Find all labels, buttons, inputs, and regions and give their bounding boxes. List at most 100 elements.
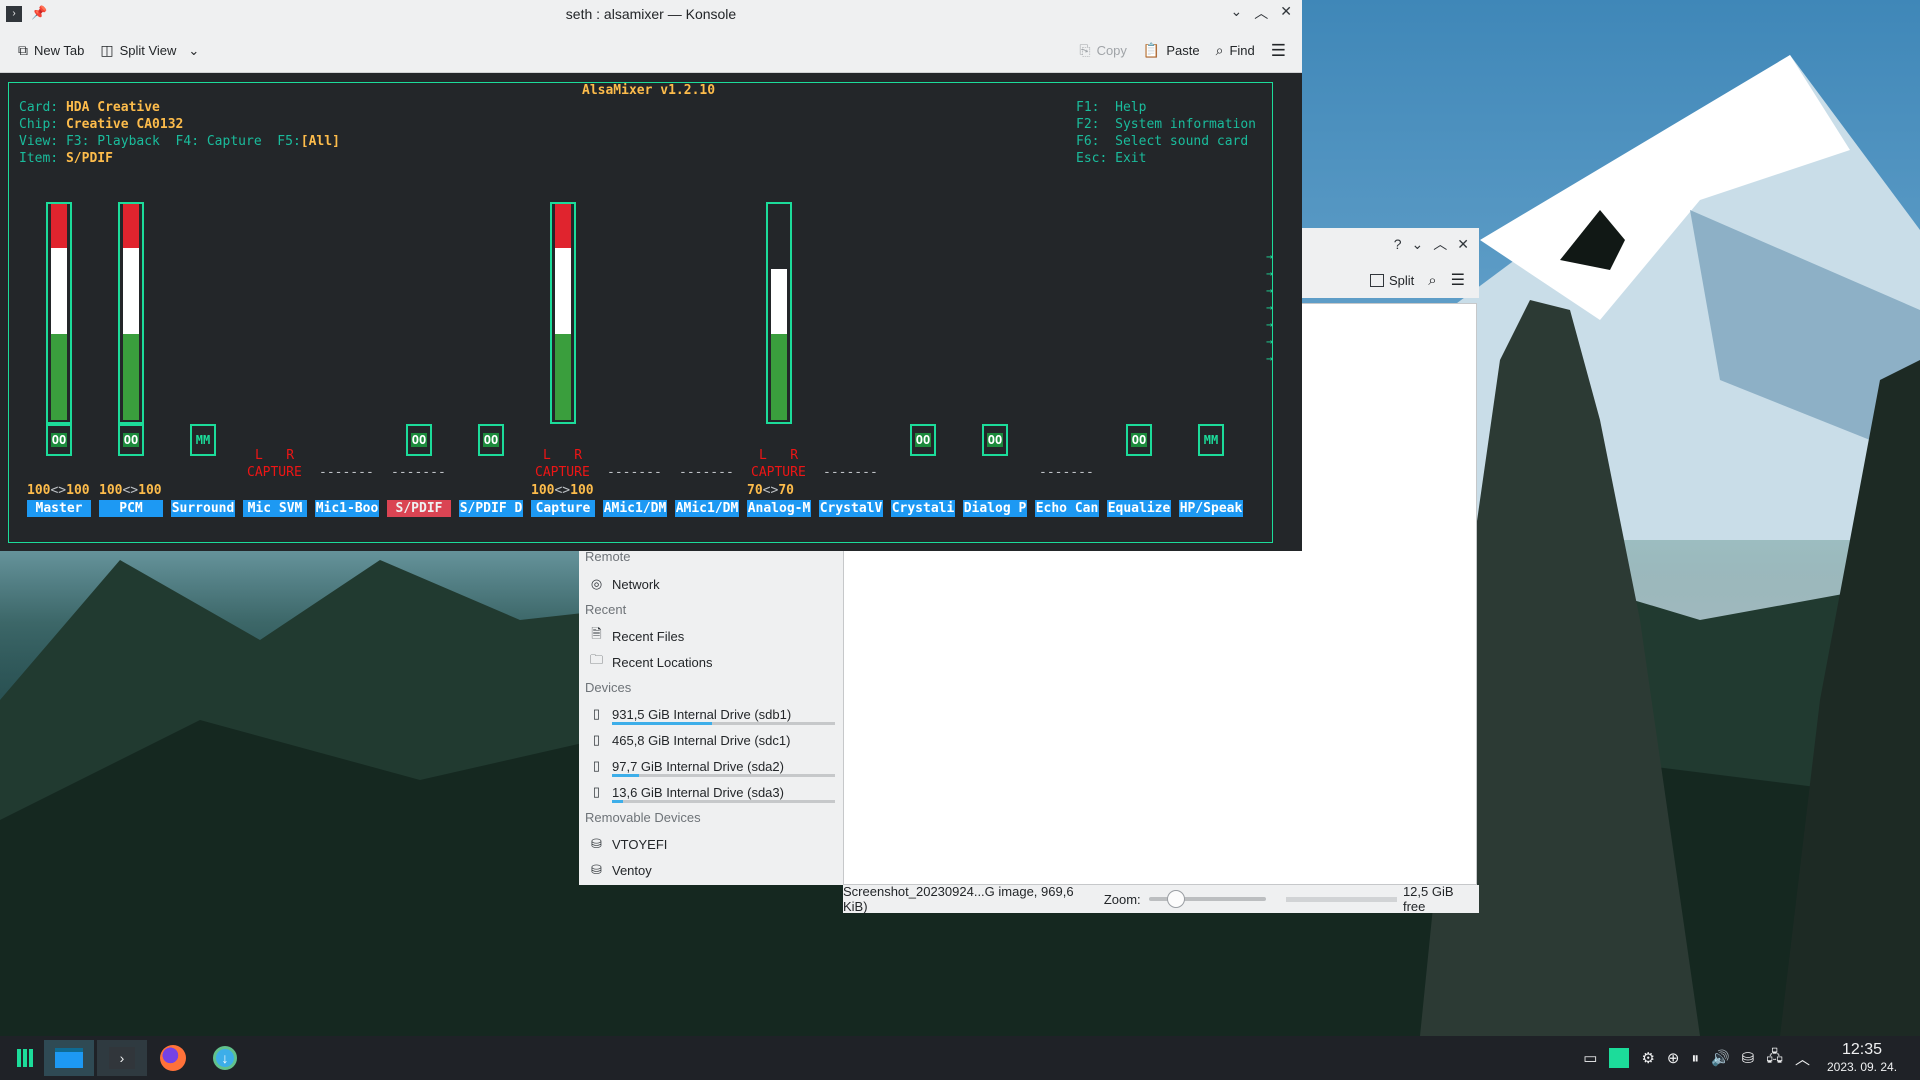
mute-state: MM xyxy=(1203,433,1219,447)
capture-unavailable: ------- xyxy=(1039,465,1094,480)
channel-label[interactable]: HP/Speak xyxy=(1179,500,1243,517)
task-firefox[interactable] xyxy=(148,1040,198,1076)
media-pause-icon[interactable]: ⏸ xyxy=(1691,1050,1699,1067)
capture-flag[interactable]: CAPTURE xyxy=(751,465,806,480)
view-all-value[interactable]: [All] xyxy=(301,134,340,149)
zoom-slider[interactable] xyxy=(1148,890,1266,908)
mute-toggle[interactable]: OO xyxy=(910,424,936,456)
capture-lr: L R xyxy=(255,448,295,463)
help-line-f2: F2: System information xyxy=(1076,117,1257,132)
mute-toggle[interactable]: OO xyxy=(46,424,72,456)
minimize-icon[interactable]: ⌄ xyxy=(1231,3,1243,23)
channel-label[interactable]: Dialog P xyxy=(963,500,1027,517)
places-group-recent: Recent xyxy=(585,602,627,617)
mute-toggle[interactable]: OO xyxy=(1126,424,1152,456)
volume-meter[interactable] xyxy=(118,202,144,424)
channel-label[interactable]: CrystalV xyxy=(819,500,883,517)
task-dolphin[interactable] xyxy=(44,1040,94,1076)
new-tab-button[interactable]: ⧉ New Tab xyxy=(10,36,92,66)
channel-label[interactable]: Echo Can xyxy=(1035,500,1099,517)
close-icon[interactable]: ✕ xyxy=(1457,236,1469,253)
paste-icon: 📋 xyxy=(1142,42,1161,58)
volume-meter[interactable] xyxy=(766,202,792,424)
capture-flag[interactable]: CAPTURE xyxy=(535,465,590,480)
mute-toggle[interactable]: OO xyxy=(118,424,144,456)
task-konsole[interactable]: › xyxy=(97,1040,147,1076)
place-drive-sda3[interactable]: ▯ 13,6 GiB Internal Drive (sda3) xyxy=(579,779,843,805)
channel-label[interactable]: S/PDIF D xyxy=(459,500,523,517)
drive-icon: ▯ xyxy=(592,706,601,721)
place-label: Ventoy xyxy=(612,862,652,878)
channel-label[interactable]: PCM xyxy=(99,500,163,517)
mute-toggle[interactable]: OO xyxy=(406,424,432,456)
maximize-icon[interactable]: ︿ xyxy=(1433,234,1447,254)
channel-label[interactable]: Mic SVM xyxy=(243,500,307,517)
volume-meter[interactable] xyxy=(46,202,72,424)
mute-toggle[interactable]: OO xyxy=(982,424,1008,456)
tray-expand-icon[interactable]: ︿ xyxy=(1795,1048,1810,1069)
capture-flag[interactable]: CAPTURE xyxy=(247,465,302,480)
volume-meter-fill xyxy=(123,204,139,420)
task-manager-icon[interactable] xyxy=(1609,1048,1630,1068)
volume-icon[interactable]: 🔊 xyxy=(1711,1049,1730,1067)
places-group-devices: Devices xyxy=(585,680,632,695)
place-recent-files[interactable]: 🗎 Recent Files xyxy=(579,623,843,649)
paste-button[interactable]: 📋 Paste xyxy=(1135,36,1208,66)
mute-toggle[interactable]: MM xyxy=(1198,424,1224,456)
channel-label[interactable]: AMic1/DM xyxy=(603,500,667,517)
close-icon[interactable]: ✕ xyxy=(1280,3,1292,23)
volume-separator: <> xyxy=(762,483,779,498)
kde-connect-icon[interactable]: ⚙ xyxy=(1641,1049,1654,1067)
channel-label[interactable]: Surround xyxy=(171,500,235,517)
place-network[interactable]: ◎ Network xyxy=(579,571,843,597)
view-capture[interactable]: F4: Capture xyxy=(176,134,262,149)
place-drive-sdb1[interactable]: ▯ 931,5 GiB Internal Drive (sdb1) xyxy=(579,701,843,727)
mute-toggle[interactable]: OO xyxy=(478,424,504,456)
digital-clock[interactable]: 12:35 2023. 09. 24. xyxy=(1814,1041,1910,1075)
volume-meter[interactable] xyxy=(550,202,576,424)
terminal-area[interactable]: AlsaMixer v1.2.10 Card: HDA Creative Chi… xyxy=(0,74,1302,551)
task-downloader[interactable]: ↓ xyxy=(200,1040,250,1076)
scroll-arrow: → xyxy=(1266,284,1273,297)
channel-label[interactable]: Equalize xyxy=(1107,500,1171,517)
mute-toggle[interactable]: MM xyxy=(190,424,216,456)
place-drive-sdc1[interactable]: ▯ 465,8 GiB Internal Drive (sdc1) xyxy=(579,727,843,753)
channel-label[interactable]: AMic1/DM xyxy=(675,500,739,517)
channel-label[interactable]: Crystali xyxy=(891,500,955,517)
place-recent-locations[interactable]: 🗀 Recent Locations xyxy=(579,649,843,675)
volume-right: 70 xyxy=(778,483,794,498)
split-button[interactable]: Split xyxy=(1369,273,1414,288)
channel-label[interactable]: Capture xyxy=(531,500,595,517)
volume-left: 100 xyxy=(531,483,555,498)
copy-button[interactable]: ⎘ Copy xyxy=(1071,36,1135,66)
hamburger-menu-icon[interactable]: ☰ xyxy=(1451,270,1465,290)
zoom-slider-handle[interactable] xyxy=(1166,890,1185,908)
channel-label[interactable]: Mic1-Boo xyxy=(315,500,379,517)
hamburger-menu-button[interactable]: ☰ xyxy=(1263,36,1294,66)
show-desktop-icon[interactable]: ▭ xyxy=(1583,1049,1597,1067)
place-removable-vtoyefi[interactable]: ⛁ VTOYEFI xyxy=(579,831,843,857)
find-button[interactable]: ⌕ Find xyxy=(1208,36,1263,66)
terminal-icon: › xyxy=(109,1047,135,1069)
place-drive-sda2[interactable]: ▯ 97,7 GiB Internal Drive (sda2) xyxy=(579,753,843,779)
updates-icon[interactable]: ⊕ xyxy=(1667,1049,1680,1067)
usb-device-icon[interactable]: ⛁ xyxy=(1742,1049,1755,1067)
help-icon[interactable]: ? xyxy=(1394,236,1402,252)
chevron-down-icon[interactable]: ⌄ xyxy=(1412,236,1424,253)
capture-unavailable: ------- xyxy=(679,465,734,480)
channel-label[interactable]: S/PDIF xyxy=(387,500,451,517)
alsamixer-title: AlsaMixer v1.2.10 xyxy=(577,83,721,98)
volume-left: 100 xyxy=(99,483,123,498)
channel-label[interactable]: Master xyxy=(27,500,91,517)
search-icon[interactable]: ⌕ xyxy=(1428,272,1436,289)
app-launcher[interactable] xyxy=(0,1040,50,1076)
split-view-button[interactable]: ◫ Split View ⌄ xyxy=(92,36,207,66)
network-icon[interactable]: 🖧 xyxy=(1766,1046,1783,1071)
place-removable-ventoy[interactable]: ⛁ Ventoy xyxy=(579,857,843,883)
channel-label[interactable]: Analog-M xyxy=(747,500,811,517)
chevron-down-icon[interactable]: ⌄ xyxy=(188,43,199,59)
maximize-icon[interactable]: ︿ xyxy=(1254,3,1268,23)
view-playback[interactable]: F3: Playback xyxy=(66,134,160,149)
mute-state: OO xyxy=(914,433,932,447)
place-label: Network xyxy=(612,576,660,592)
